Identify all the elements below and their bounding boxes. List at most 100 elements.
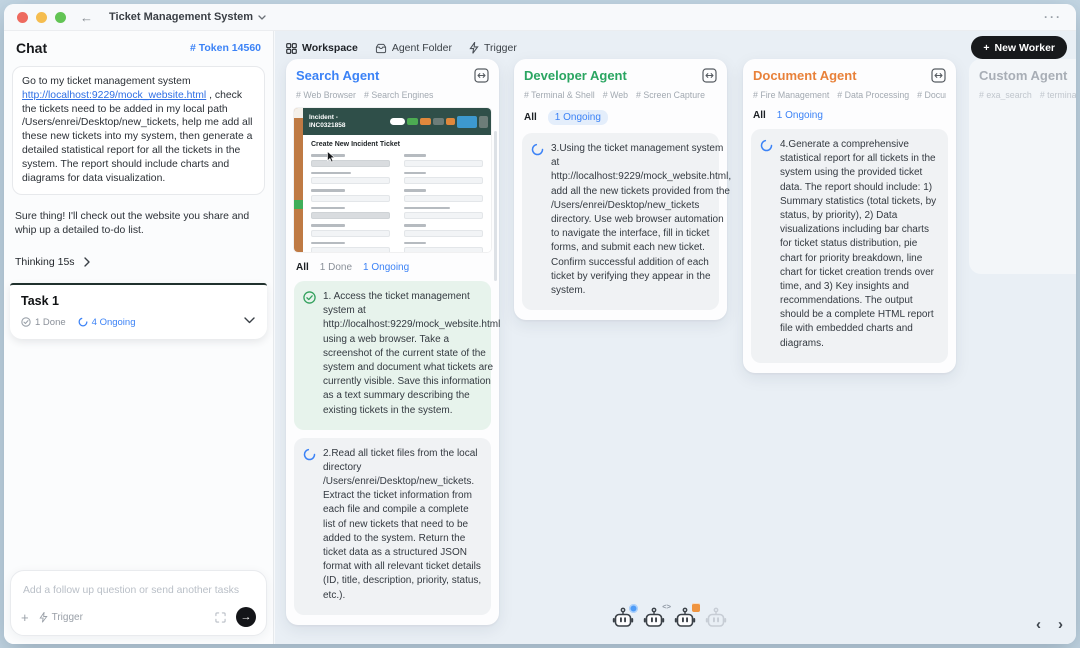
workspace-tab[interactable]: Workspace [286, 42, 358, 54]
thinking-label: Thinking 15s [15, 256, 75, 268]
chevron-down-icon [244, 317, 255, 324]
chat-input-toolbar: + Trigger → [21, 607, 256, 627]
expand-task-chevron[interactable] [244, 311, 255, 329]
expand-card-button[interactable] [702, 68, 717, 83]
lightning-icon [39, 612, 48, 623]
thumbnail-header: Incident - INC0321858 [303, 108, 491, 135]
check-circle-icon [21, 317, 31, 327]
tag: # terminal [1040, 90, 1076, 100]
filter-ongoing[interactable]: 1 Ongoing [777, 110, 823, 121]
custom-worker-icon[interactable] [704, 607, 728, 633]
expand-card-button[interactable] [931, 68, 946, 83]
window-title[interactable]: Ticket Management System [109, 11, 266, 23]
agent-folder-tab[interactable]: Agent Folder [375, 42, 452, 54]
tag: # Screen Capture [636, 90, 705, 100]
thumbnail-form-title: Create New Incident Ticket [311, 141, 483, 148]
user-message-link[interactable]: http://localhost:9229/mock_website.html [22, 90, 206, 101]
tag: # Fire Management [753, 90, 829, 100]
tag: # Web Browser [296, 90, 356, 100]
pagination-arrows: ‹ › [1036, 617, 1063, 632]
filter-done[interactable]: 1 Done [320, 262, 352, 273]
ongoing-stat: 4 Ongoing [78, 317, 136, 328]
expand-input-icon[interactable] [215, 612, 226, 623]
check-circle-icon [303, 290, 316, 418]
spinner-icon [78, 317, 88, 327]
spinner-icon [760, 138, 773, 351]
next-page-button[interactable]: › [1058, 617, 1063, 632]
filter-all[interactable]: All [753, 110, 766, 121]
task-text: 4.Generate a comprehensive statistical r… [780, 138, 939, 351]
close-window-button[interactable] [17, 12, 28, 23]
developer-agent-card: Developer Agent # Terminal & Shell # Web… [514, 59, 727, 320]
user-message-prefix: Go to my ticket management system [22, 76, 191, 87]
search-agent-title: Search Agent [296, 68, 379, 83]
search-worker-icon[interactable] [611, 607, 635, 633]
back-icon[interactable]: ← [80, 11, 93, 24]
more-menu-icon[interactable]: ··· [1044, 10, 1062, 24]
attach-plus-icon[interactable]: + [21, 611, 29, 624]
task-text: 3.Using the ticket management system at … [551, 142, 731, 298]
agent-folder-icon [375, 43, 387, 54]
developer-worker-icon[interactable]: <> [642, 607, 666, 633]
developer-task-filters: All 1 Ongoing [524, 110, 717, 125]
chevron-down-icon [258, 15, 266, 20]
done-stat: 1 Done [21, 317, 66, 328]
token-counter[interactable]: # Token 14560 [190, 42, 261, 54]
task-item[interactable]: 3.Using the ticket management system at … [522, 133, 719, 310]
document-agent-title: Document Agent [753, 68, 857, 83]
trigger-button[interactable]: Trigger [39, 612, 83, 623]
task-stats: 1 Done 4 Ongoing [21, 317, 256, 328]
filter-all[interactable]: All [296, 262, 309, 273]
document-worker-icon[interactable] [673, 607, 697, 633]
tag: # Search Engines [364, 90, 433, 100]
trigger-tab[interactable]: Trigger [469, 42, 517, 54]
chat-input[interactable] [21, 584, 256, 597]
custom-agent-tags: # exa_search # terminal # s [979, 90, 1076, 100]
thumbnail-incident-title: Incident - INC0321858 [309, 114, 346, 130]
expand-card-button[interactable] [474, 68, 489, 83]
chat-title: Chat [16, 40, 47, 56]
assistant-message: Sure thing! I'll check out the website y… [15, 210, 262, 239]
filter-ongoing[interactable]: 1 Ongoing [363, 262, 409, 273]
worker-dock: <> [611, 607, 728, 633]
search-task-filters: All 1 Done 1 Ongoing [296, 262, 489, 273]
prev-page-button[interactable]: ‹ [1036, 617, 1041, 632]
developer-agent-title: Developer Agent [524, 68, 627, 83]
task-title: Task 1 [21, 294, 256, 308]
thinking-toggle[interactable]: Thinking 15s [15, 256, 262, 268]
agent-folder-tab-label: Agent Folder [392, 42, 452, 54]
custom-agent-card: Custom Agent # exa_search # terminal # s [969, 59, 1076, 274]
title-bar: ← Ticket Management System ··· [4, 4, 1076, 31]
search-agent-card: Search Agent # Web Browser # Search Engi… [286, 59, 499, 625]
card-scrollbar[interactable] [494, 131, 497, 281]
code-badge-icon: <> [662, 602, 671, 611]
task-summary-card[interactable]: Task 1 1 Done 4 Ongoing [10, 283, 267, 339]
workspace-panel: Workspace Agent Folder Trigger + New Wor… [275, 31, 1076, 644]
thumbnail-sidebar [294, 108, 303, 252]
spinner-icon [303, 447, 316, 603]
task-item[interactable]: 1. Access the ticket management system a… [294, 281, 491, 430]
filter-all[interactable]: All [524, 112, 537, 123]
trigger-label: Trigger [52, 612, 83, 623]
plus-icon: + [983, 42, 989, 54]
browser-screenshot-thumbnail[interactable]: Incident - INC0321858 Create New Inciden… [294, 108, 491, 252]
custom-agent-title: Custom Agent [979, 68, 1067, 83]
chevron-right-icon [84, 257, 90, 267]
chat-input-card: + Trigger → [10, 570, 267, 636]
minimize-window-button[interactable] [36, 12, 47, 23]
new-worker-label: New Worker [995, 42, 1056, 54]
task-text: 1. Access the ticket management system a… [323, 290, 500, 418]
new-worker-button[interactable]: + New Worker [971, 36, 1067, 59]
task-item[interactable]: 2.Read all ticket files from the local d… [294, 438, 491, 615]
filter-ongoing[interactable]: 1 Ongoing [548, 110, 608, 125]
document-task-filters: All 1 Ongoing [753, 110, 946, 121]
zoom-window-button[interactable] [55, 12, 66, 23]
grid-icon [286, 43, 297, 54]
task-item[interactable]: 4.Generate a comprehensive statistical r… [751, 129, 948, 363]
mouse-cursor-icon [327, 150, 336, 168]
tag: # Document Creation [917, 90, 946, 100]
send-button[interactable]: → [236, 607, 256, 627]
window-title-label: Ticket Management System [109, 11, 253, 23]
document-agent-card: Document Agent # Fire Management # Data … [743, 59, 956, 373]
workspace-tab-label: Workspace [302, 42, 358, 54]
